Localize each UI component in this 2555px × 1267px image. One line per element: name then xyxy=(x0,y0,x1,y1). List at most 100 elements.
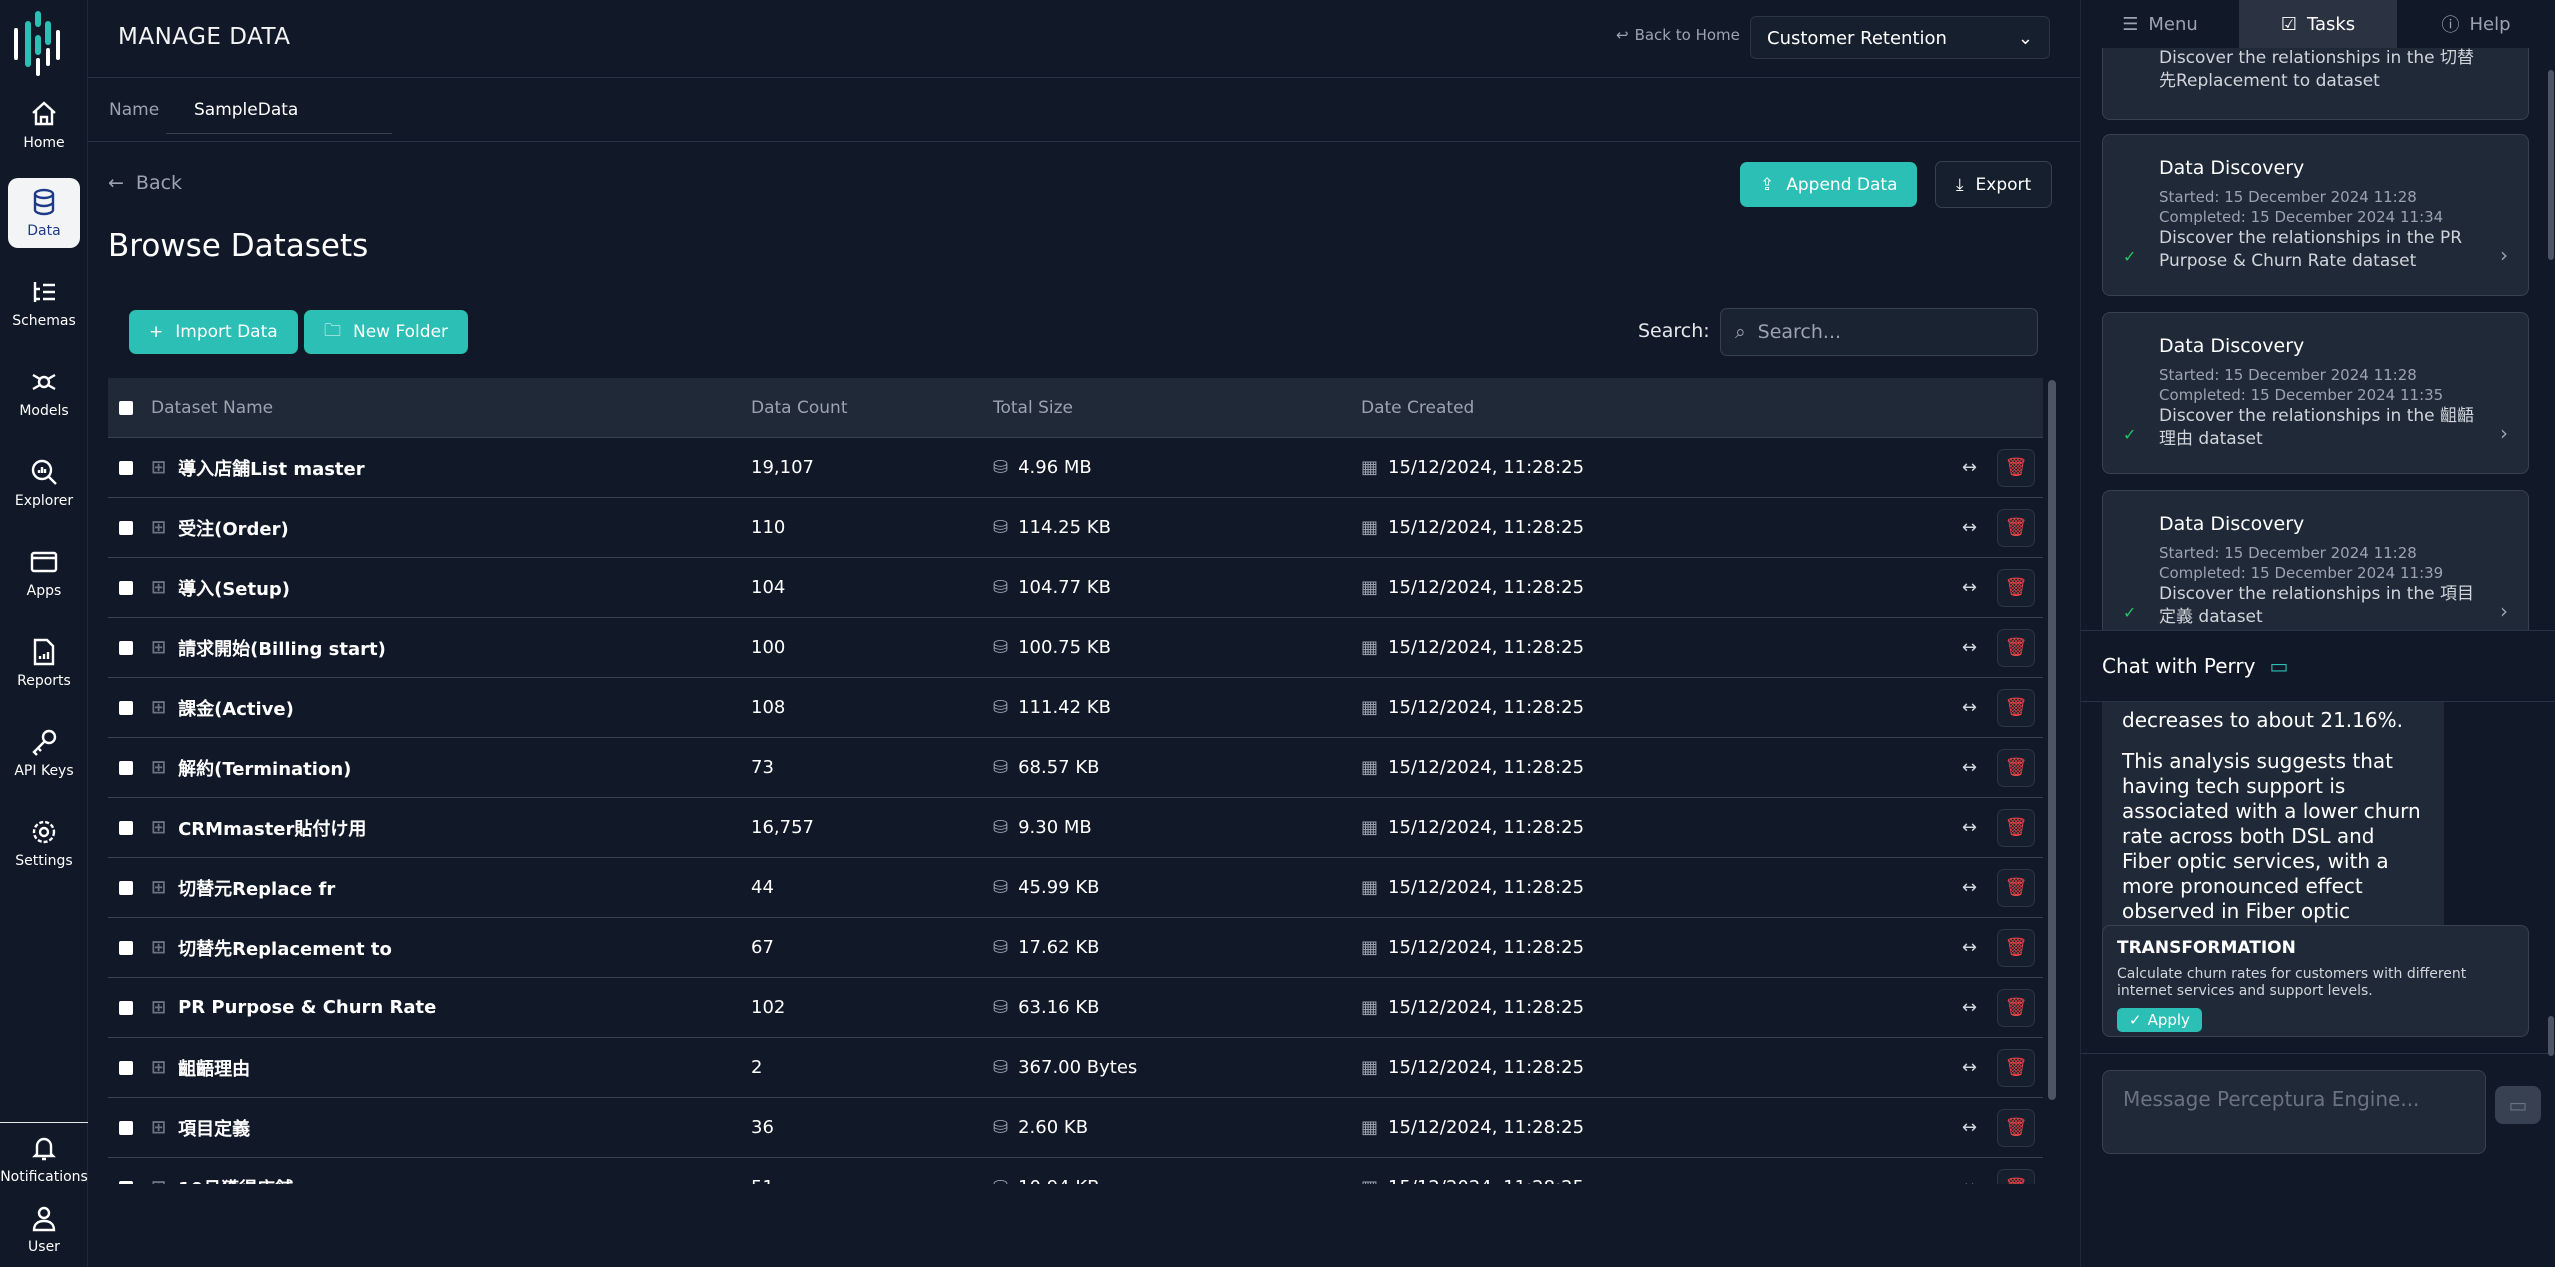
row-checkbox[interactable] xyxy=(119,1120,133,1135)
delete-button[interactable]: 🗑 xyxy=(1997,1108,2035,1147)
append-data-button[interactable]: ⇪ Append Data xyxy=(1740,162,1918,207)
task-card[interactable]: Data Discovery Started: 15 December 2024 … xyxy=(2102,312,2529,474)
sidebar-item-reports[interactable]: Reports xyxy=(8,628,80,698)
dataset-name[interactable]: 10月獲得店舗 xyxy=(178,1175,293,1185)
task-card[interactable]: Data Discovery Started: 15 December 2024 … xyxy=(2102,134,2529,296)
table-row[interactable]: ⊞ PR Purpose & Churn Rate 102 ⛁ 63.16 KB ▦ 15/… xyxy=(108,978,2043,1038)
table-scrollbar[interactable] xyxy=(2048,380,2056,1100)
select-all-checkbox[interactable] xyxy=(119,400,133,415)
sidebar-item-apps[interactable]: Apps xyxy=(8,538,80,608)
row-checkbox[interactable] xyxy=(119,940,133,955)
expand-arrows-icon[interactable]: ↔ xyxy=(1962,757,1977,778)
dataset-name[interactable]: 切替元Replace fr xyxy=(178,875,335,901)
row-checkbox[interactable] xyxy=(119,700,133,715)
back-to-home-link[interactable]: ↩ Back to Home xyxy=(1616,26,1740,44)
row-checkbox[interactable] xyxy=(119,1060,133,1075)
dataset-name[interactable]: CRMmaster貼付け用 xyxy=(178,815,366,841)
expand-arrows-icon[interactable]: ↔ xyxy=(1962,697,1977,718)
expand-arrows-icon[interactable]: ↔ xyxy=(1962,1177,1977,1184)
table-row[interactable]: ⊞ 10月獲得店舗 51⛁ 10.94 KB ▦ 15/12/2024, 11:28:25… xyxy=(108,1158,2043,1184)
tab-help[interactable]: ⓘ Help xyxy=(2397,0,2555,48)
delete-button[interactable]: 🗑 xyxy=(1997,448,2035,487)
row-checkbox[interactable] xyxy=(119,580,133,595)
import-data-button[interactable]: + Import Data xyxy=(129,310,298,354)
sidebar-item-data[interactable]: Data xyxy=(8,178,80,248)
message-input[interactable]: Message Perceptura Engine... xyxy=(2102,1070,2486,1154)
sidebar-item-schemas[interactable]: Schemas xyxy=(8,268,80,338)
row-checkbox[interactable] xyxy=(119,880,133,895)
expand-arrows-icon[interactable]: ↔ xyxy=(1962,877,1977,898)
row-checkbox[interactable] xyxy=(119,1000,133,1015)
dataset-name[interactable]: 項目定義 xyxy=(178,1115,250,1141)
delete-button[interactable]: 🗑 xyxy=(1997,568,2035,607)
tab-tasks[interactable]: ☑ Tasks xyxy=(2239,0,2397,48)
delete-button[interactable]: 🗑 xyxy=(1997,1048,2035,1087)
table-row[interactable]: ⊞ 項目定義 36 ⛁ 2.60 KB ▦ 15/12/2024, 11:28:25 ↔ 🗑 xyxy=(108,1098,2043,1158)
sidebar-item-notifications[interactable]: Notifications xyxy=(0,1124,88,1194)
send-button[interactable]: ▭ xyxy=(2495,1086,2541,1124)
sidebar-item-label: Models xyxy=(19,403,69,419)
dataset-name[interactable]: 解約(Termination) xyxy=(178,755,351,781)
dataset-name[interactable]: 課金(Active) xyxy=(178,695,294,721)
row-checkbox[interactable] xyxy=(119,520,133,535)
dataset-name[interactable]: 請求開始(Billing start) xyxy=(178,635,386,661)
table-row[interactable]: ⊞ 導入(Setup) 104 ⛁ 104.77 KB ▦ 15/12/2024, 11:2… xyxy=(108,558,2043,618)
sidebar-item-explorer[interactable]: Explorer xyxy=(8,448,80,518)
table-row[interactable]: ⊞ 切替先Replacement to 67 ⛁ 17.62 KB ▦ 15/12/2024… xyxy=(108,918,2043,978)
delete-button[interactable]: 🗑 xyxy=(1997,988,2035,1027)
dataset-name[interactable]: 齟齬理由 xyxy=(178,1055,250,1081)
dataset-name[interactable]: 導入店舗List master xyxy=(178,455,365,481)
table-row[interactable]: ⊞ 解約(Termination) 73 ⛁ 68.57 KB ▦ 15/12/2024, … xyxy=(108,738,2043,798)
table-row[interactable]: ⊞ CRMmaster貼付け用 16,757 ⛁ 9.30 MB ▦ 15/12/2024,… xyxy=(108,798,2043,858)
expand-arrows-icon[interactable]: ↔ xyxy=(1962,577,1977,598)
row-checkbox[interactable] xyxy=(119,760,133,775)
delete-button[interactable]: 🗑 xyxy=(1997,508,2035,547)
table-row[interactable]: ⊞ 課金(Active) 108 ⛁ 111.42 KB ▦ 15/12/2024, 11:… xyxy=(108,678,2043,738)
dataset-name[interactable]: 導入(Setup) xyxy=(178,575,290,601)
expand-arrows-icon[interactable]: ↔ xyxy=(1962,457,1977,478)
sidebar-item-api-keys[interactable]: API Keys xyxy=(8,718,80,788)
name-input[interactable]: SampleData xyxy=(166,96,392,134)
delete-button[interactable]: 🗑 xyxy=(1997,688,2035,727)
delete-button[interactable]: 🗑 xyxy=(1997,1168,2035,1184)
sidebar-item-user[interactable]: User xyxy=(8,1194,80,1264)
dataset-name[interactable]: PR Purpose & Churn Rate xyxy=(178,997,436,1018)
table-row[interactable]: ⊞ 導入店舗List master 19,107 ⛁ 4.96 MB ▦ 15/12/202… xyxy=(108,438,2043,498)
task-card[interactable]: Discover the relationships in the 切替先Rep… xyxy=(2102,48,2529,120)
task-card[interactable]: Data Discovery Started: 15 December 2024 … xyxy=(2102,490,2529,630)
chat-scrollbar[interactable] xyxy=(2548,1016,2554,1056)
delete-button[interactable]: 🗑 xyxy=(1997,808,2035,847)
dataset-name[interactable]: 受注(Order) xyxy=(178,515,289,541)
row-checkbox[interactable] xyxy=(119,640,133,655)
row-checkbox[interactable] xyxy=(119,820,133,835)
expand-arrows-icon[interactable]: ↔ xyxy=(1962,1057,1977,1078)
expand-arrows-icon[interactable]: ↔ xyxy=(1962,517,1977,538)
sidebar-item-models[interactable]: Models xyxy=(8,358,80,428)
expand-arrows-icon[interactable]: ↔ xyxy=(1962,1117,1977,1138)
row-checkbox[interactable] xyxy=(119,460,133,475)
back-button[interactable]: ← Back xyxy=(108,172,182,194)
project-select[interactable]: Customer Retention ⌄ xyxy=(1750,16,2050,59)
new-folder-button[interactable]: 🗀 New Folder xyxy=(304,310,469,354)
sidebar-item-home[interactable]: Home xyxy=(8,90,80,160)
row-checkbox[interactable] xyxy=(119,1180,133,1184)
delete-button[interactable]: 🗑 xyxy=(1997,928,2035,967)
expand-arrows-icon[interactable]: ↔ xyxy=(1962,997,1977,1018)
sidebar-item-settings[interactable]: Settings xyxy=(8,808,80,878)
delete-button[interactable]: 🗑 xyxy=(1997,868,2035,907)
table-row[interactable]: ⊞ 齟齬理由 2 ⛁ 367.00 Bytes ▦ 15/12/2024, 11:28:25… xyxy=(108,1038,2043,1098)
tab-menu[interactable]: ☰ Menu xyxy=(2081,0,2239,48)
table-row[interactable]: ⊞ 請求開始(Billing start) 100 ⛁ 100.75 KB ▦ 15/12/… xyxy=(108,618,2043,678)
table-row[interactable]: ⊞ 切替元Replace fr 44 ⛁ 45.99 KB ▦ 15/12/2024, 11… xyxy=(108,858,2043,918)
table-row[interactable]: ⊞ 受注(Order) 110 ⛁ 114.25 KB ▦ 15/12/2024, 11:2… xyxy=(108,498,2043,558)
delete-button[interactable]: 🗑 xyxy=(1997,628,2035,667)
expand-arrows-icon[interactable]: ↔ xyxy=(1962,817,1977,838)
expand-arrows-icon[interactable]: ↔ xyxy=(1962,637,1977,658)
delete-button[interactable]: 🗑 xyxy=(1997,748,2035,787)
panel-scrollbar[interactable] xyxy=(2548,70,2554,260)
expand-arrows-icon[interactable]: ↔ xyxy=(1962,937,1977,958)
export-button[interactable]: ⤓ Export xyxy=(1935,161,2053,208)
apply-button[interactable]: ✓ Apply xyxy=(2117,1008,2202,1032)
search-input[interactable]: ⌕ Search... xyxy=(1720,308,2038,356)
dataset-name[interactable]: 切替先Replacement to xyxy=(178,935,392,961)
